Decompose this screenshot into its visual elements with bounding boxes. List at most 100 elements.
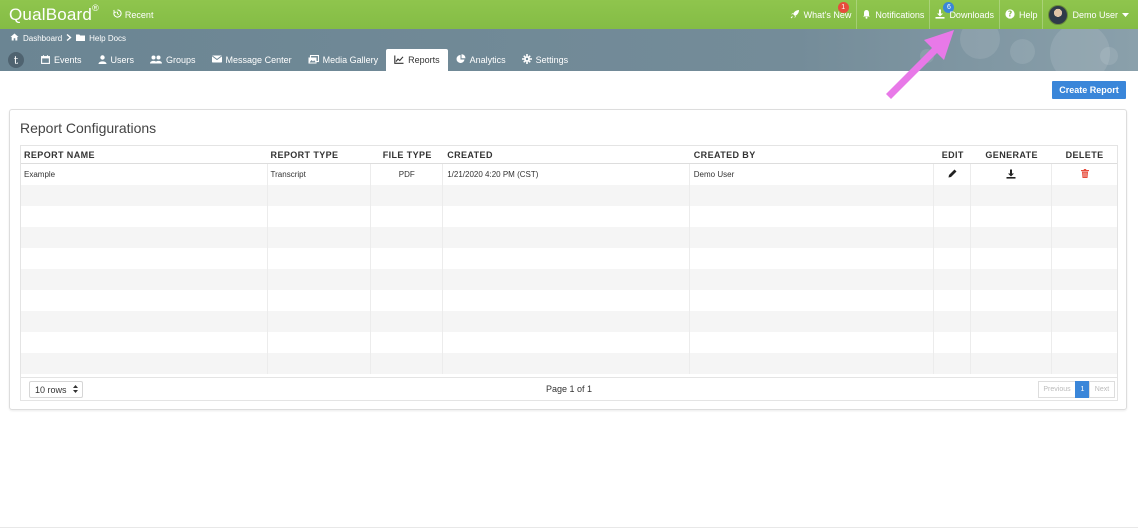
edit-button[interactable]	[934, 164, 972, 185]
group-icon	[150, 55, 163, 66]
calendar-icon	[41, 54, 50, 66]
decorative-bubble	[1100, 47, 1118, 65]
breadcrumb-help-docs[interactable]: Help Docs	[89, 34, 126, 43]
user-icon	[98, 54, 107, 66]
chevron-right-icon	[66, 33, 72, 43]
panel-title: Report Configurations	[20, 120, 157, 136]
header-generate: GENERATE	[985, 149, 1038, 160]
tab-reports-label: Reports	[408, 55, 440, 65]
tab-analytics[interactable]: Analytics	[448, 49, 514, 71]
pagination: Previous 1 Next	[1038, 381, 1115, 398]
next-page-button[interactable]: Next	[1089, 381, 1115, 398]
brand-registered-mark: ®	[92, 2, 99, 13]
history-icon	[113, 9, 122, 20]
brand-logo[interactable]: QualBoard®	[0, 2, 99, 25]
table-body: Example Transcript PDF 1/21/2020 4:20 PM…	[21, 164, 1117, 374]
reports-table: REPORT NAME REPORT TYPE FILE TYPE CREATE…	[20, 145, 1118, 401]
table-row-empty	[21, 185, 1117, 206]
recent-label: Recent	[124, 9, 154, 20]
notifications-label: Notifications	[875, 9, 925, 20]
header-file-type[interactable]: FILE TYPE	[371, 146, 443, 163]
page-info: Page 1 of 1	[545, 384, 593, 394]
tab-message-center-label: Message Center	[225, 55, 292, 65]
breadcrumb-dashboard[interactable]: Dashboard	[23, 34, 62, 43]
header-created-by[interactable]: CREATED BY	[690, 146, 935, 163]
tab-media-gallery[interactable]: Media Gallery	[300, 49, 387, 71]
tab-groups-label: Groups	[166, 55, 196, 65]
rocket-icon	[790, 9, 800, 21]
table-footer: Page 1 of 1 10 rows Previous 1 Next	[21, 377, 1117, 400]
divider	[0, 527, 1138, 528]
delete-button[interactable]	[1052, 164, 1117, 185]
table-row-empty	[21, 269, 1117, 290]
table-row[interactable]: Example Transcript PDF 1/21/2020 4:20 PM…	[21, 164, 1117, 185]
tab-users[interactable]: Users	[90, 49, 143, 71]
table-row-empty	[21, 311, 1117, 332]
tab-settings-label: Settings	[535, 55, 569, 65]
bell-icon	[862, 9, 871, 21]
cell-report-type: Transcript	[268, 164, 372, 185]
header-created[interactable]: CREATED	[443, 146, 690, 163]
tab-message-center[interactable]: Message Center	[204, 49, 300, 71]
user-menu[interactable]: Demo User	[1042, 0, 1138, 29]
question-circle-icon: ?	[1005, 8, 1015, 21]
table-header: REPORT NAME REPORT TYPE FILE TYPE CREATE…	[21, 146, 1117, 164]
cell-file-type: PDF	[371, 164, 444, 185]
tab-events[interactable]: Events	[33, 49, 90, 71]
images-icon	[308, 54, 319, 66]
header-report-name[interactable]: REPORT NAME	[21, 146, 268, 163]
generate-button[interactable]	[971, 164, 1053, 185]
chart-line-icon	[394, 55, 404, 66]
folder-icon	[76, 34, 86, 43]
tab-media-gallery-label: Media Gallery	[322, 55, 379, 65]
avatar	[1048, 4, 1069, 25]
gear-icon	[521, 54, 532, 66]
pencil-icon	[948, 169, 957, 180]
help-label: Help	[1018, 9, 1038, 20]
header-report-type[interactable]: REPORT TYPE	[268, 146, 372, 163]
header-edit: EDIT	[941, 149, 964, 160]
download-icon	[1006, 169, 1016, 181]
header-delete: DELETE	[1065, 149, 1104, 160]
tab-analytics-label: Analytics	[469, 55, 506, 65]
rows-per-page-select[interactable]: 10 rows	[29, 381, 83, 398]
downloads-label: Downloads	[949, 9, 994, 20]
download-icon	[935, 9, 945, 21]
tab-reports[interactable]: Reports	[386, 49, 448, 71]
caret-down-icon	[1122, 10, 1129, 20]
tab-events-label: Events	[54, 55, 82, 65]
table-row-empty	[21, 227, 1117, 248]
trash-icon	[1080, 169, 1089, 180]
user-name: Demo User	[1072, 9, 1118, 20]
table-row-empty	[21, 290, 1117, 311]
table-row-empty	[21, 248, 1117, 269]
table-row-empty	[21, 353, 1117, 374]
tab-groups[interactable]: Groups	[142, 49, 204, 71]
previous-page-button[interactable]: Previous	[1038, 381, 1076, 398]
help-button[interactable]: ? Help	[998, 0, 1043, 29]
rows-per-page-value: 10 rows	[35, 384, 67, 395]
breadcrumb: Dashboard Help Docs	[10, 33, 126, 43]
sort-updown-icon	[72, 384, 78, 395]
app-logo[interactable]: t	[8, 52, 24, 68]
annotation-arrow	[886, 30, 954, 99]
tab-settings[interactable]: Settings	[514, 49, 577, 71]
decorative-bubble	[1010, 39, 1035, 64]
table-row-empty	[21, 332, 1117, 353]
create-report-button[interactable]: Create Report	[1052, 81, 1126, 99]
whats-new-button[interactable]: What's New 1	[785, 0, 857, 29]
home-icon	[10, 33, 19, 43]
recent-button[interactable]: Recent	[113, 9, 154, 20]
cell-report-name: Example	[21, 164, 268, 185]
cell-created-by: Demo User	[690, 164, 935, 185]
tab-users-label: Users	[110, 55, 135, 65]
whats-new-badge: 1	[837, 2, 849, 13]
page-1-button[interactable]: 1	[1075, 381, 1090, 398]
brand-name: QualBoard	[9, 4, 93, 24]
report-configurations-panel: Report Configurations REPORT NAME REPORT…	[9, 109, 1127, 410]
pie-chart-icon	[456, 54, 466, 66]
envelope-icon	[211, 55, 222, 65]
cell-created: 1/21/2020 4:20 PM (CST)	[443, 164, 690, 185]
main-tabs: t Events Users Groups Message Center Med…	[8, 49, 576, 71]
svg-text:?: ?	[1008, 9, 1012, 18]
